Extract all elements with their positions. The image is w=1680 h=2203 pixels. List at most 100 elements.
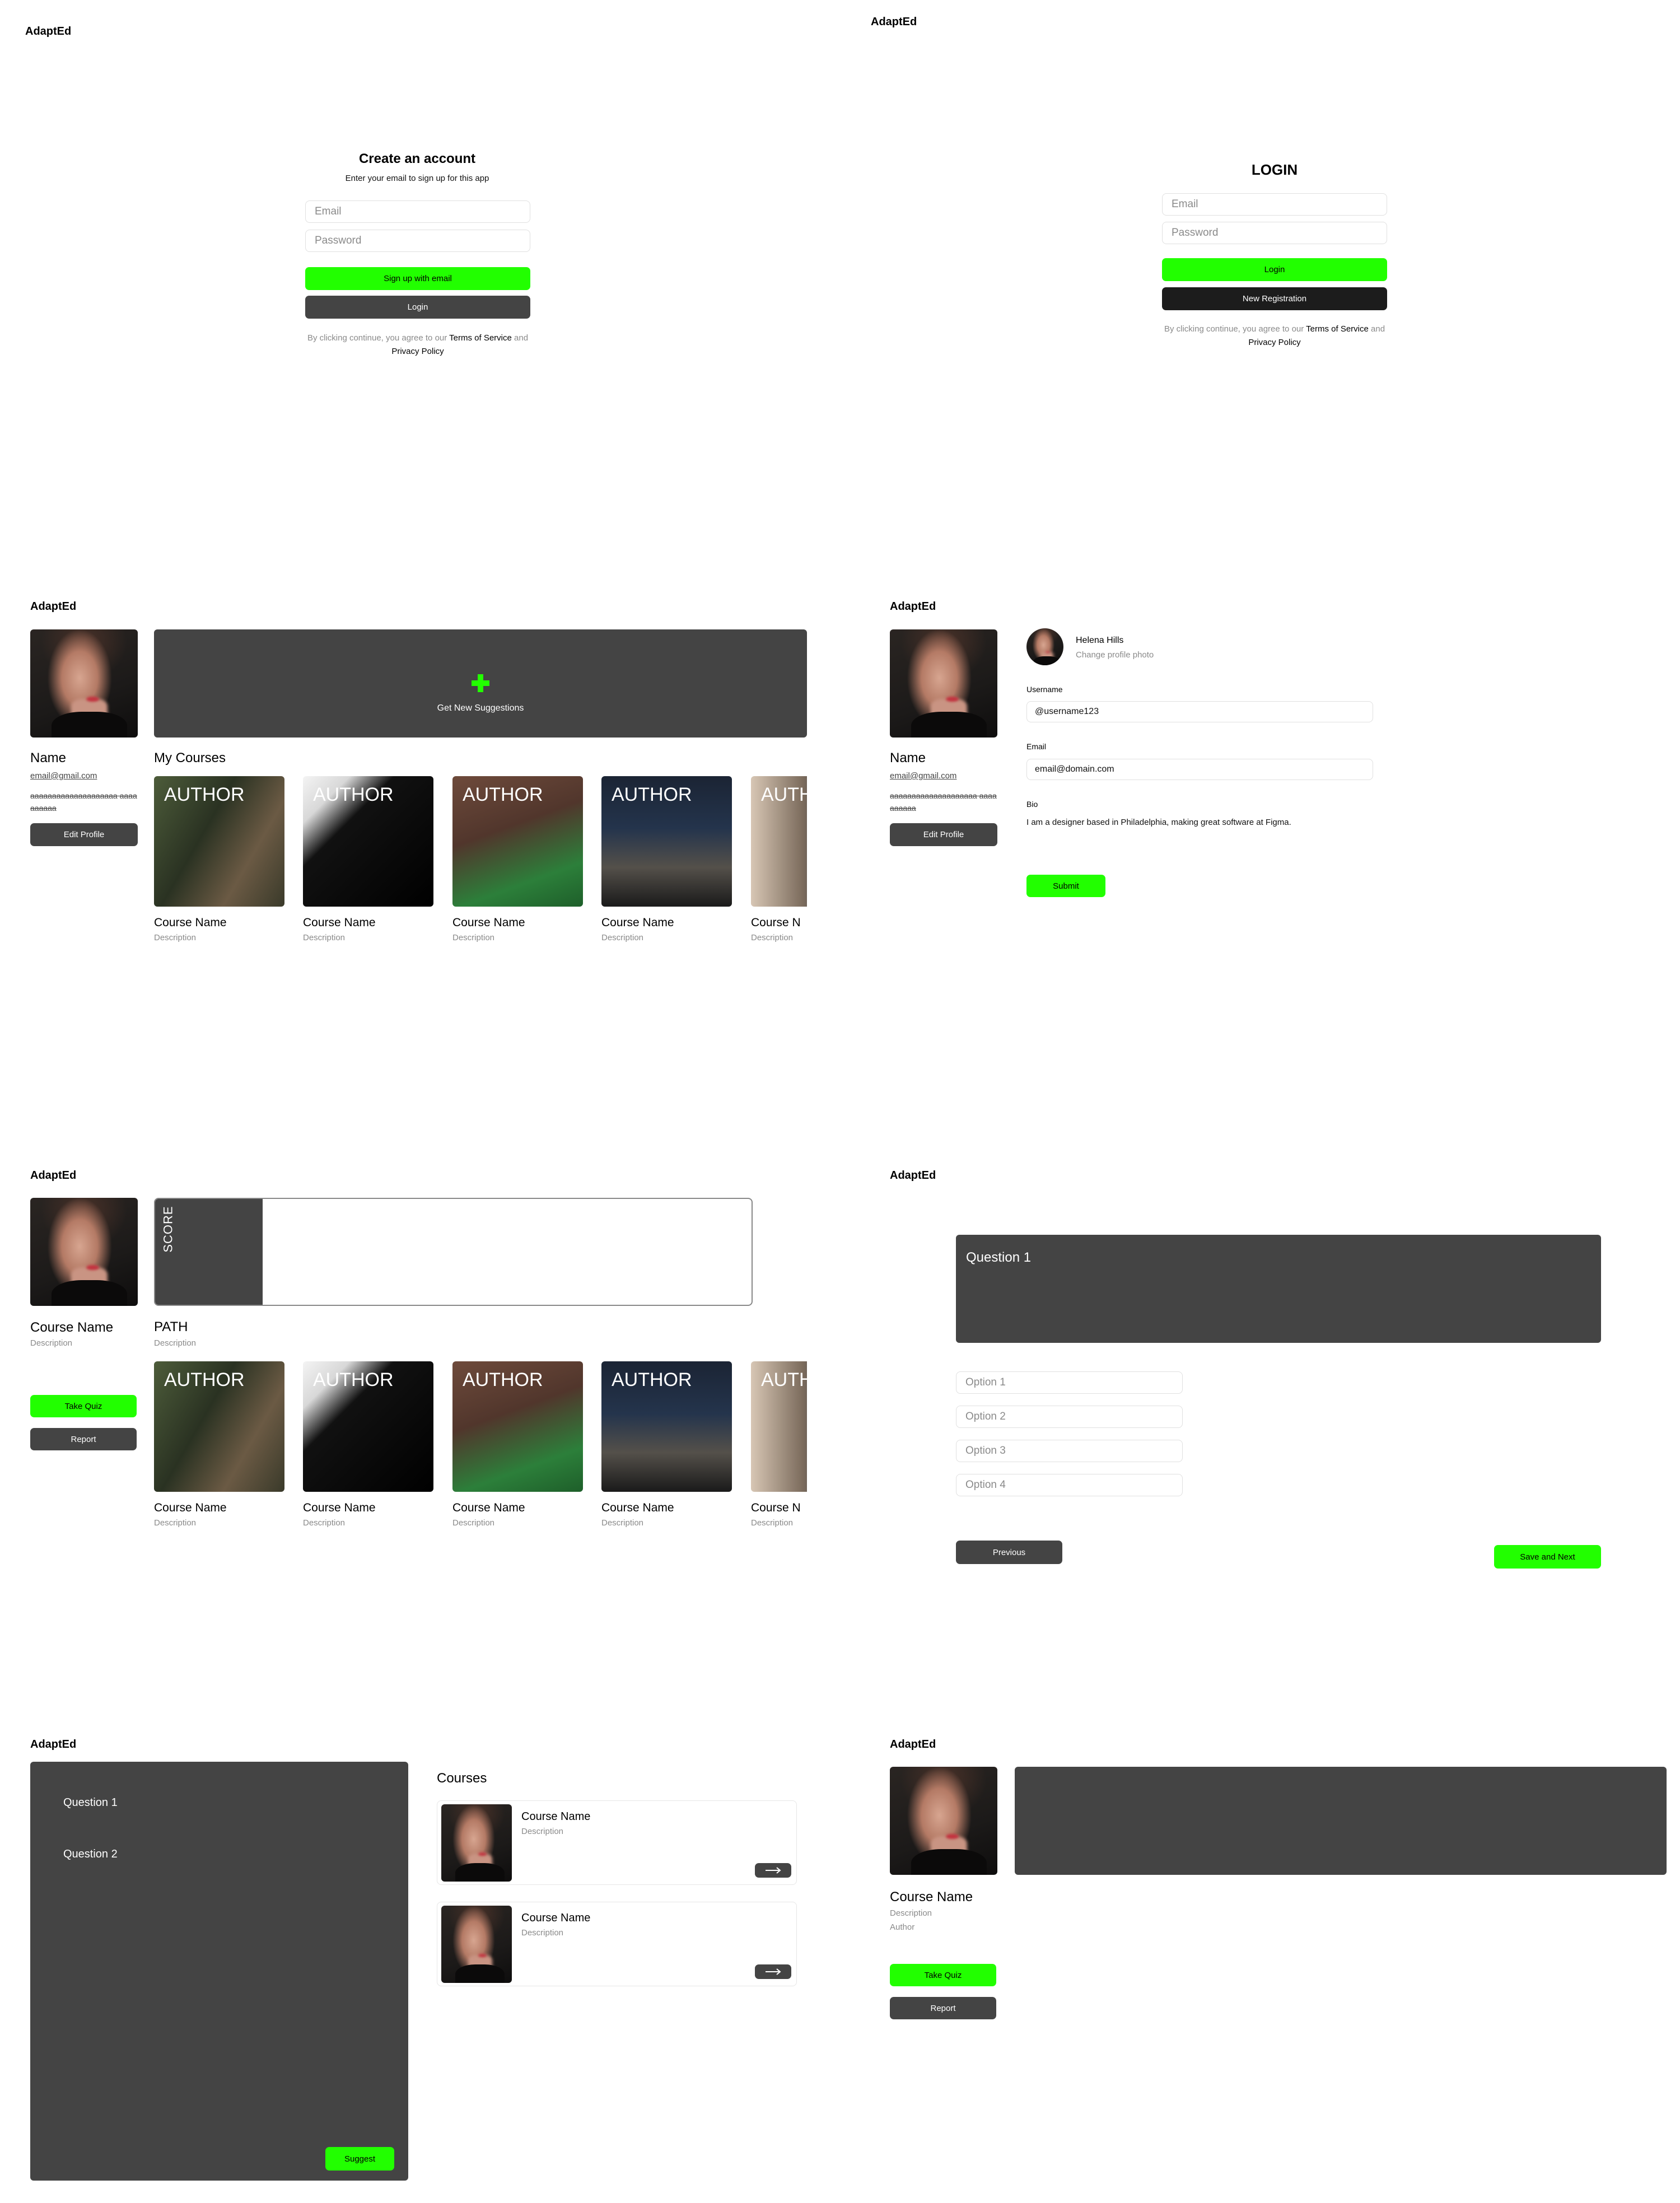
report-button[interactable]: Report — [30, 1428, 137, 1450]
course-card-name: Course Name — [601, 916, 674, 929]
username-input[interactable]: @username123 — [1026, 701, 1373, 722]
path-courses-row: AUTHOR Course Name Description AUTHOR Co… — [154, 1361, 807, 1541]
course-card-name: Course Name — [452, 1501, 525, 1514]
course-card-image[interactable]: AUTHOR — [601, 1361, 732, 1492]
option-2[interactable]: Option 2 — [956, 1406, 1183, 1428]
signup-subtitle: Enter your email to sign up for this app — [345, 174, 489, 183]
option-3[interactable]: Option 3 — [956, 1440, 1183, 1462]
bio-textarea[interactable]: I am a designer based in Philadelphia, m… — [1026, 818, 1291, 827]
option-4[interactable]: Option 4 — [956, 1474, 1183, 1496]
course-thumb — [441, 1906, 512, 1983]
course-photo — [890, 1767, 997, 1875]
course-card-image[interactable]: AUTHOR — [154, 776, 284, 907]
course-card-image[interactable]: AUTH — [751, 776, 807, 907]
course-card-name: Course Name — [303, 1501, 376, 1514]
course-list-item[interactable]: Course Name Description — [437, 1800, 797, 1885]
profile-bio: aaaaaaaaaaaaaaaaaaaa aaaaaaaaaa — [30, 791, 137, 813]
get-suggestions-card[interactable]: Get New Suggestions — [154, 629, 807, 738]
get-suggestions-label: Get New Suggestions — [437, 703, 524, 713]
arrow-right-icon — [765, 1968, 781, 1975]
signup-login-button[interactable]: Login — [305, 296, 530, 319]
previous-button[interactable]: Previous — [956, 1541, 1062, 1564]
profile-email[interactable]: email@gmail.com — [890, 771, 956, 781]
course-card-name: Course Name — [303, 916, 376, 929]
change-photo-link[interactable]: Change profile photo — [1076, 650, 1154, 660]
path-title: PATH — [154, 1319, 188, 1334]
login-terms: By clicking continue, you agree to our T… — [1164, 324, 1385, 347]
course-card-image[interactable]: AUTH — [751, 1361, 807, 1492]
course-card-desc: Description — [452, 933, 495, 942]
app-logo: AdaptEd — [30, 1738, 77, 1751]
score-bar: SCORE — [154, 1198, 753, 1306]
score-label: SCORE — [161, 1206, 175, 1253]
username-label: Username — [1026, 685, 1063, 694]
course-card-name: Course N — [751, 1501, 801, 1514]
course-card-desc: Description — [303, 933, 346, 942]
save-next-button[interactable]: Save and Next — [1494, 1545, 1601, 1569]
course-name: Course Name — [890, 1889, 973, 1905]
plus-icon — [472, 674, 489, 692]
open-course-button[interactable] — [755, 1863, 791, 1878]
terms-link[interactable]: Terms of Service — [1306, 324, 1369, 334]
suggest-button[interactable]: Suggest — [325, 2147, 394, 2171]
login-button[interactable]: Login — [1162, 258, 1387, 281]
login-email-input[interactable]: Email — [1162, 193, 1387, 216]
take-quiz-button[interactable]: Take Quiz — [890, 1964, 996, 1986]
my-courses-title: My Courses — [154, 750, 226, 766]
question-item[interactable]: Question 1 — [63, 1796, 118, 1809]
bio-label: Bio — [1026, 800, 1038, 809]
course-card-name: Course Name — [601, 1501, 674, 1514]
open-course-button[interactable] — [755, 1964, 791, 1979]
report-button[interactable]: Report — [890, 1997, 996, 2019]
course-card-desc: Description — [601, 933, 644, 942]
signup-email-input[interactable]: Email — [305, 200, 530, 223]
submit-button[interactable]: Submit — [1026, 875, 1105, 897]
signup-password-input[interactable]: Password — [305, 230, 530, 252]
course-card-desc: Description — [154, 933, 197, 942]
signup-terms: By clicking continue, you agree to our T… — [307, 333, 529, 356]
course-card-desc: Description — [154, 1518, 197, 1528]
option-1[interactable]: Option 1 — [956, 1371, 1183, 1394]
signup-email-button[interactable]: Sign up with email — [305, 267, 530, 290]
question-item[interactable]: Question 2 — [63, 1848, 118, 1861]
login-password-input[interactable]: Password — [1162, 222, 1387, 244]
course-card-image[interactable]: AUTHOR — [452, 1361, 583, 1492]
terms-link[interactable]: Terms of Service — [449, 333, 512, 343]
course-photo — [30, 1198, 138, 1306]
privacy-link[interactable]: Privacy Policy — [391, 347, 444, 356]
profile-name: Name — [30, 750, 67, 766]
course-card-name: Course N — [751, 916, 801, 929]
signup-title: Create an account — [358, 151, 476, 166]
profile-photo — [30, 629, 138, 738]
profile-name: Name — [890, 750, 926, 766]
arrow-right-icon — [765, 1867, 781, 1874]
courses-title: Courses — [437, 1771, 487, 1786]
course-list-item[interactable]: Course Name Description — [437, 1902, 797, 1986]
privacy-link[interactable]: Privacy Policy — [1248, 338, 1300, 347]
course-card-desc: Description — [751, 933, 794, 942]
avatar[interactable] — [1026, 628, 1063, 665]
profile-email[interactable]: email@gmail.com — [30, 771, 97, 781]
questions-panel: Question 1 Question 2 Suggest — [30, 1762, 408, 2181]
app-logo: AdaptEd — [890, 1169, 936, 1182]
course-card-name: Course Name — [154, 916, 227, 929]
new-registration-button[interactable]: New Registration — [1162, 287, 1387, 310]
take-quiz-button[interactable]: Take Quiz — [30, 1395, 137, 1417]
course-card-image[interactable]: AUTHOR — [303, 1361, 433, 1492]
course-card-desc: Description — [601, 1518, 644, 1528]
course-card-image[interactable]: AUTHOR — [601, 776, 732, 907]
course-card-name: Course Name — [154, 1501, 227, 1514]
course-card-image[interactable]: AUTHOR — [303, 776, 433, 907]
email-input[interactable]: email@domain.com — [1026, 759, 1373, 780]
course-card-image[interactable]: AUTHOR — [452, 776, 583, 907]
course-card-desc: Description — [751, 1518, 794, 1528]
edit-profile-button[interactable]: Edit Profile — [890, 823, 997, 846]
course-author: Author — [890, 1922, 915, 1932]
course-list-desc: Description — [521, 1928, 564, 1938]
app-logo: AdaptEd — [30, 1169, 77, 1182]
course-card-image[interactable]: AUTHOR — [154, 1361, 284, 1492]
course-description: Description — [890, 1908, 932, 1918]
course-card-desc: Description — [452, 1518, 495, 1528]
edit-profile-button[interactable]: Edit Profile — [30, 823, 138, 846]
course-description: Description — [30, 1338, 73, 1348]
